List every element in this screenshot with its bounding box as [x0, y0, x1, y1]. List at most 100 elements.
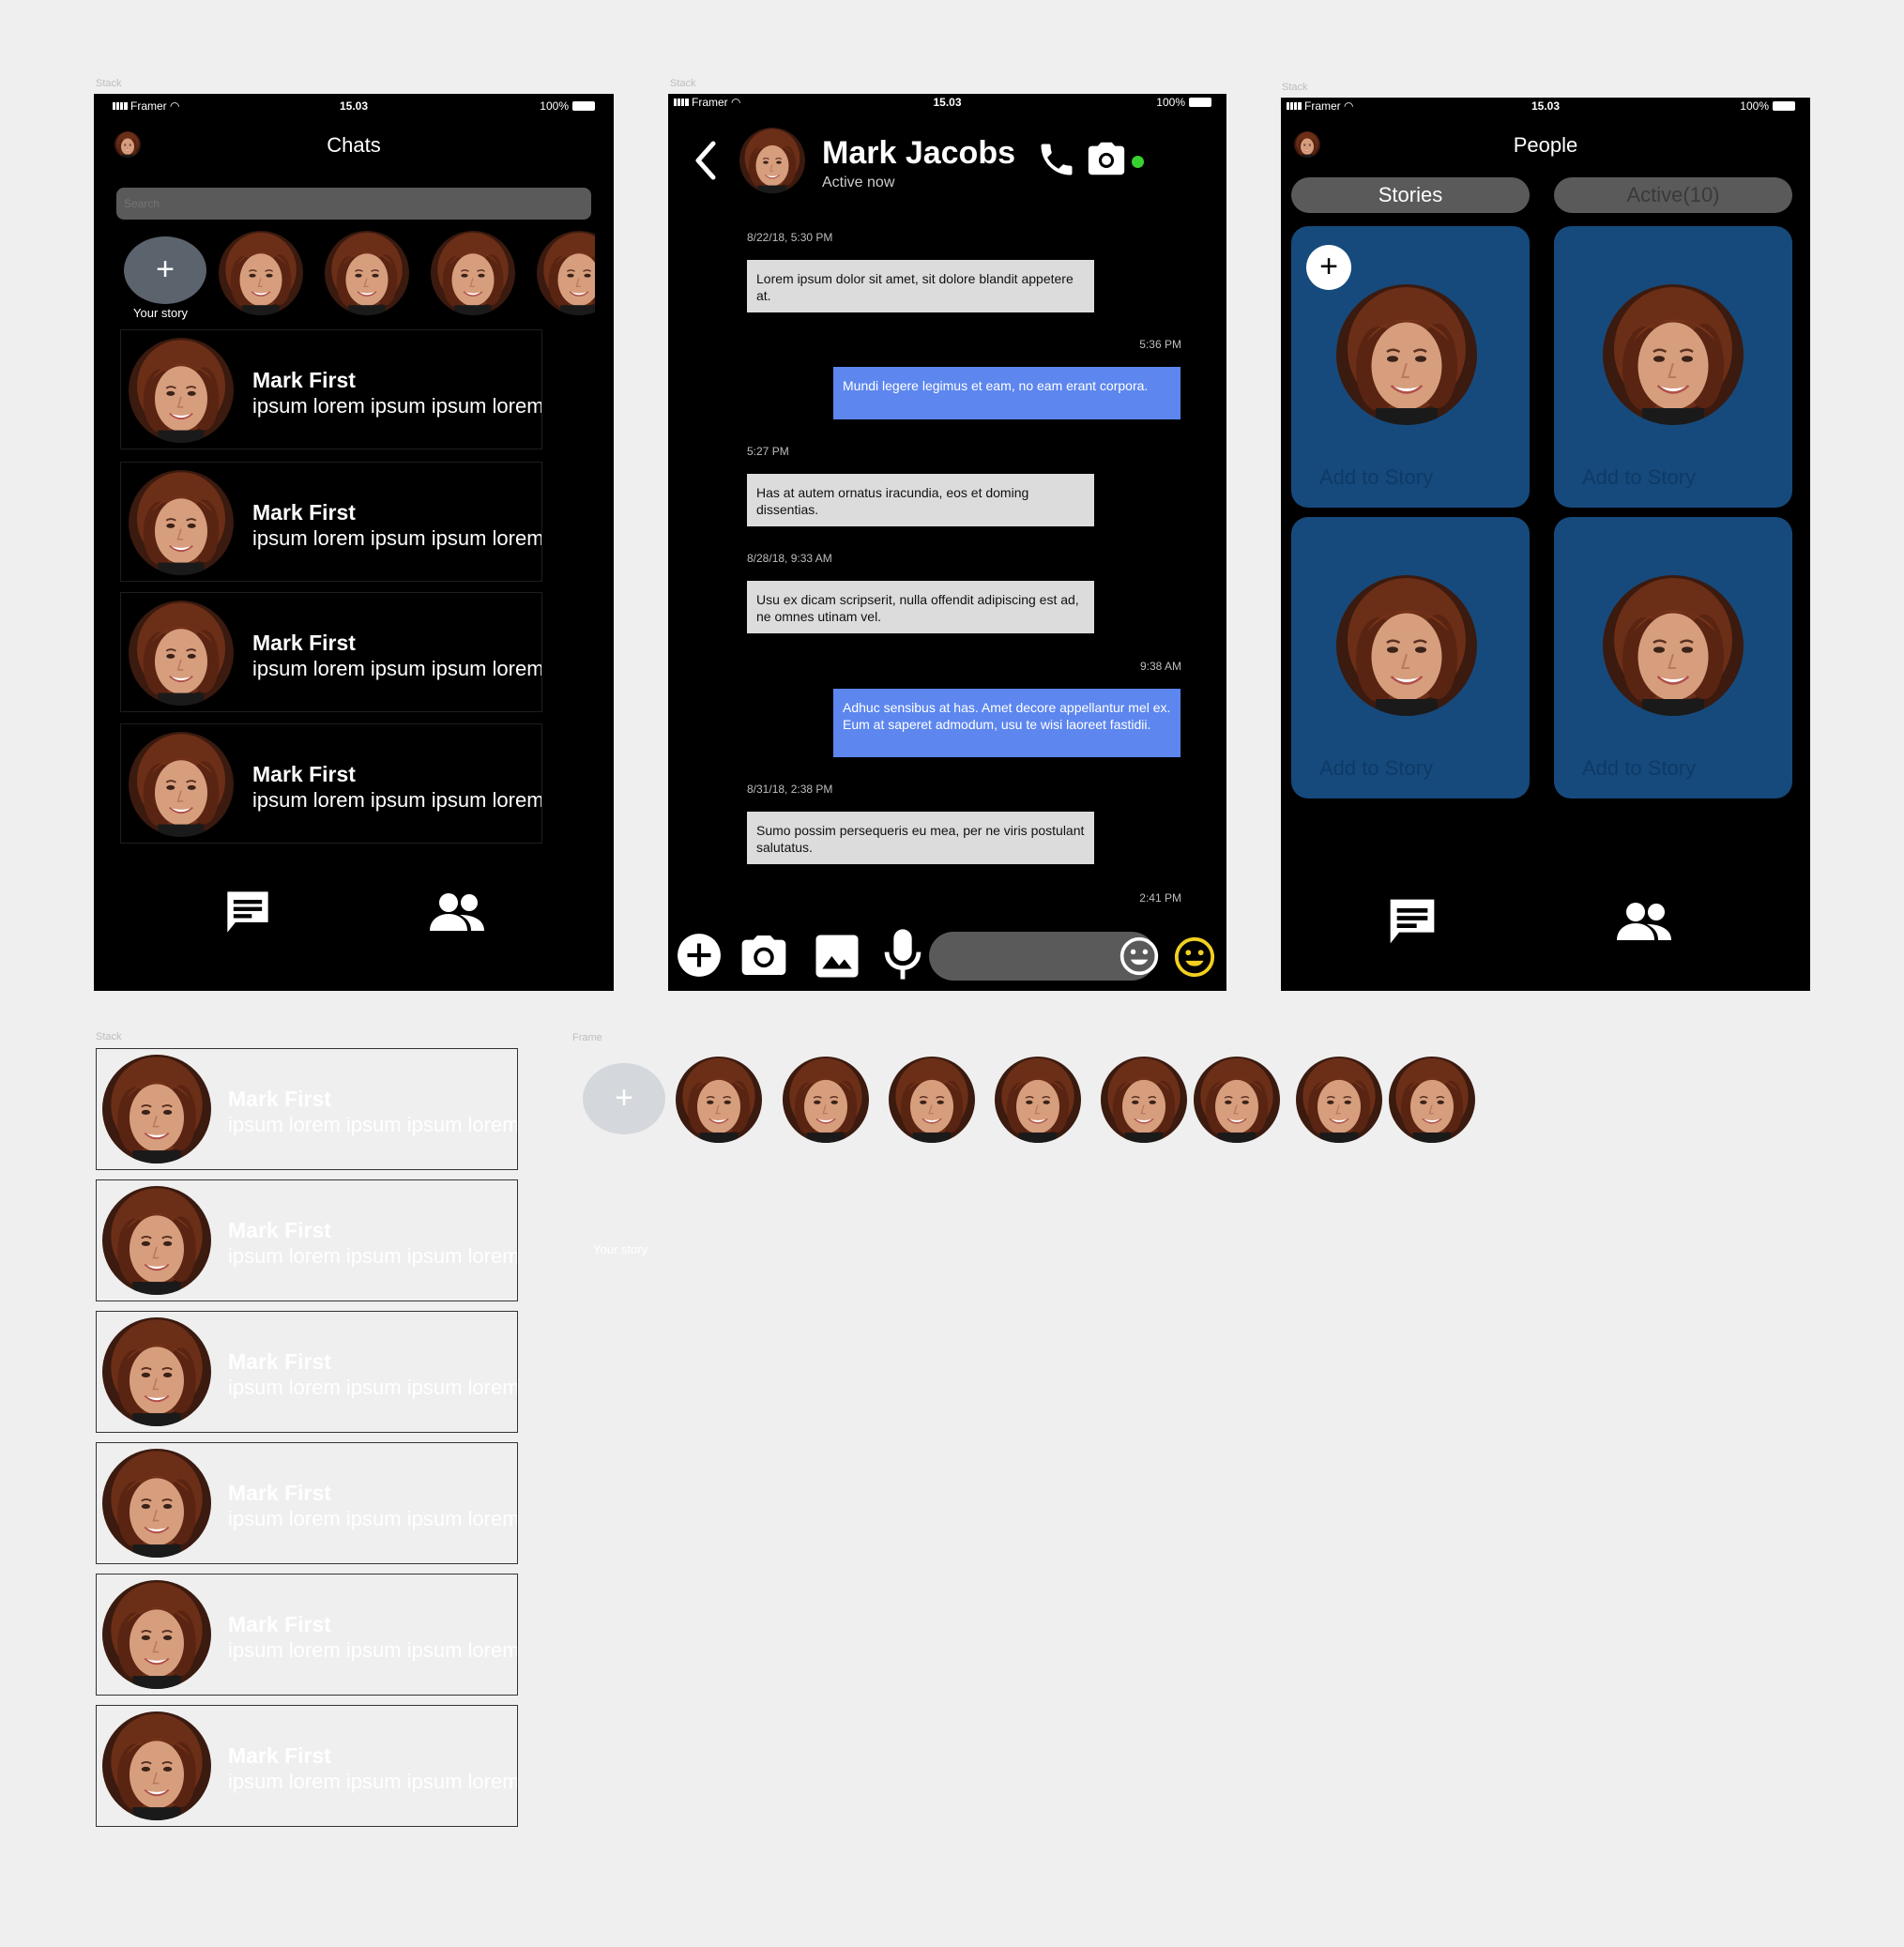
chat-name: Mark First [252, 368, 356, 392]
status-time: 15.03 [1531, 99, 1561, 113]
status-time: 15.03 [339, 99, 369, 113]
list-preview: ipsum lorem ipsum ipsum lorem [228, 1770, 518, 1793]
message-bubble-outgoing[interactable]: Mundi legere legimus et eam, no eam eran… [833, 367, 1180, 419]
message-bubble-incoming[interactable]: Usu ex dicam scripserit, nulla offendit … [747, 581, 1094, 633]
smiley-reaction-icon[interactable] [1173, 935, 1216, 979]
story-avatar[interactable] [889, 1057, 975, 1143]
list-preview: ipsum lorem ipsum ipsum lorem [228, 1376, 518, 1399]
story-avatar[interactable] [1101, 1057, 1187, 1143]
back-chevron-icon[interactable] [691, 139, 719, 182]
chats-screen: Framer ◠ 15.03 100% Chats + Your story M… [94, 94, 614, 991]
add-story-button[interactable]: + [583, 1063, 665, 1134]
message-timestamp: 5:36 PM [1139, 338, 1181, 351]
plus-icon[interactable]: + [1306, 245, 1351, 290]
message-bubble-incoming[interactable]: Lorem ipsum dolor sit amet, sit dolore b… [747, 260, 1094, 312]
chat-name: Mark First [252, 500, 356, 525]
camera-icon[interactable] [1085, 137, 1128, 180]
tab-stories[interactable]: Stories [1291, 177, 1530, 213]
list-item[interactable]: Mark First ipsum lorem ipsum ipsum lorem [96, 1574, 518, 1696]
story-card-avatar [1603, 575, 1744, 716]
chat-avatar [129, 732, 234, 837]
chat-row[interactable]: Mark First ipsum lorem ipsum ipsum lorem [120, 723, 542, 844]
plus-icon: + [156, 251, 175, 287]
story-avatar[interactable] [995, 1057, 1081, 1143]
message-bubble-outgoing[interactable]: Adhuc sensibus at has. Amet decore appel… [833, 689, 1180, 757]
chat-tab-icon[interactable] [1386, 895, 1439, 948]
message-timestamp: 2:41 PM [1139, 891, 1181, 905]
message-timestamp: 5:27 PM [747, 445, 789, 458]
chat-name: Mark First [252, 631, 356, 655]
list-avatar [102, 1580, 211, 1689]
list-avatar [102, 1186, 211, 1295]
list-avatar [102, 1317, 211, 1426]
story-avatar[interactable] [1389, 1057, 1475, 1143]
chat-tab-icon[interactable] [223, 888, 272, 936]
story-avatar[interactable] [219, 231, 303, 315]
status-bar: Framer ◠ 15.03 100% [94, 94, 614, 116]
story-card[interactable]: Add to Story [1554, 517, 1792, 799]
chat-row[interactable]: Mark First ipsum lorem ipsum ipsum lorem [120, 592, 542, 712]
list-name: Mark First [228, 1218, 331, 1242]
list-item[interactable]: Mark First ipsum lorem ipsum ipsum lorem [96, 1048, 518, 1170]
message-timestamp: 8/22/18, 5:30 PM [747, 231, 833, 244]
status-bar: Framer ◠ 15.03 100% [1281, 98, 1810, 120]
list-item[interactable]: Mark First ipsum lorem ipsum ipsum lorem [96, 1179, 518, 1301]
contact-avatar[interactable] [739, 128, 805, 193]
image-gallery-icon[interactable] [812, 931, 862, 981]
people-tab-icon[interactable] [430, 890, 486, 935]
frame-label-conversation: Stack [670, 78, 696, 89]
story-avatar[interactable] [676, 1057, 762, 1143]
story-avatar-clip [537, 231, 595, 315]
story-card[interactable]: Add to Story [1291, 517, 1530, 799]
story-avatar[interactable] [1296, 1057, 1382, 1143]
chat-avatar [129, 601, 234, 706]
list-name: Mark First [228, 1743, 331, 1768]
list-item[interactable]: Mark First ipsum lorem ipsum ipsum lorem [96, 1705, 518, 1827]
frame-label-list: Stack [96, 1031, 122, 1042]
people-tab-icon[interactable] [1617, 899, 1673, 944]
story-card-caption: Add to Story [1319, 465, 1434, 489]
list-item[interactable]: Mark First ipsum lorem ipsum ipsum lorem [96, 1311, 518, 1433]
chat-avatar [129, 470, 234, 575]
phone-icon[interactable] [1036, 139, 1077, 180]
story-avatar[interactable] [1194, 1057, 1280, 1143]
battery-label: 100% [540, 99, 569, 113]
message-timestamp: 8/28/18, 9:33 AM [747, 552, 832, 565]
chat-avatar [129, 338, 234, 443]
list-preview: ipsum lorem ipsum ipsum lorem [228, 1638, 518, 1662]
story-avatar[interactable] [431, 231, 515, 315]
battery-icon [1189, 98, 1211, 107]
story-card-caption: Add to Story [1319, 756, 1434, 780]
chat-row[interactable]: Mark First ipsum lorem ipsum ipsum lorem [120, 462, 542, 582]
camera-icon[interactable] [736, 929, 792, 981]
list-name: Mark First [228, 1481, 331, 1505]
add-story-button[interactable]: + [124, 236, 206, 304]
microphone-icon[interactable] [882, 927, 923, 981]
story-card-avatar [1336, 284, 1477, 425]
conversation-screen: Framer ◠ 15.03 100% Mark Jacobs Active n… [668, 94, 1226, 991]
story-avatar[interactable] [325, 231, 409, 315]
list-name: Mark First [228, 1612, 331, 1636]
story-avatar[interactable] [783, 1057, 869, 1143]
list-preview: ipsum lorem ipsum ipsum lorem [228, 1244, 518, 1268]
message-bubble-incoming[interactable]: Sumo possim persequeris eu mea, per ne v… [747, 812, 1094, 864]
chat-preview: ipsum lorem ipsum ipsum lorem [252, 657, 542, 680]
chat-row[interactable]: Mark First ipsum lorem ipsum ipsum lorem [120, 329, 542, 449]
message-bubble-incoming[interactable]: Has at autem ornatus iracundia, eos et d… [747, 474, 1094, 526]
add-attachment-icon[interactable] [676, 932, 723, 979]
list-name: Mark First [228, 1087, 331, 1111]
chat-preview: ipsum lorem ipsum ipsum lorem [252, 526, 542, 550]
story-card[interactable]: Add to Story [1554, 226, 1792, 508]
frame-label-chats: Stack [96, 78, 122, 89]
story-avatar[interactable] [537, 231, 595, 315]
list-name: Mark First [228, 1349, 331, 1374]
tab-active[interactable]: Active(10) [1554, 177, 1792, 213]
plus-icon: + [615, 1080, 633, 1116]
your-story-label: Your story [593, 1242, 648, 1256]
story-card[interactable]: + Add to Story [1291, 226, 1530, 508]
emoji-picker-icon[interactable] [1119, 935, 1160, 977]
list-item[interactable]: Mark First ipsum lorem ipsum ipsum lorem [96, 1442, 518, 1564]
your-story-label: Your story [133, 306, 189, 320]
chat-preview: ipsum lorem ipsum ipsum lorem [252, 394, 542, 418]
search-input[interactable] [116, 188, 591, 220]
